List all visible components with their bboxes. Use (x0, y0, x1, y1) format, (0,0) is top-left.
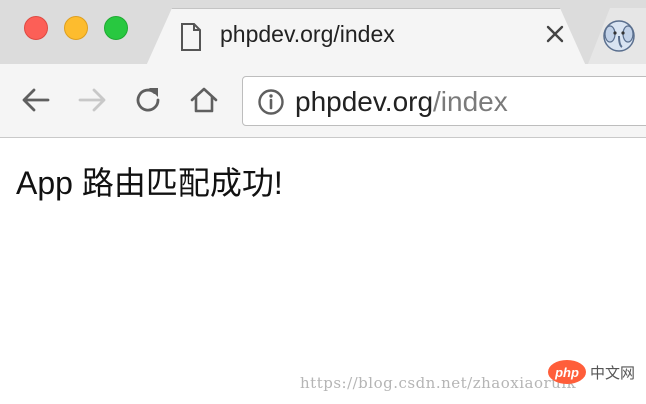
tab-title: phpdev.org/index (220, 21, 395, 47)
document-icon (181, 23, 201, 51)
browser-toolbar: phpdev.org/index (0, 64, 646, 138)
watermark-text: https://blog.csdn.net/zhaoxiaoruik (300, 374, 577, 392)
tab-strip: phpdev.org/index (0, 0, 646, 66)
maximize-window-button[interactable] (104, 16, 128, 40)
reload-icon[interactable] (132, 84, 164, 116)
elephant-icon (603, 20, 635, 52)
page-message: App 路由匹配成功! (16, 165, 283, 201)
php-logo: php (548, 360, 586, 384)
url-path: /index (433, 86, 508, 117)
tab-active[interactable]: phpdev.org/index (146, 8, 586, 66)
minimize-window-button[interactable] (64, 16, 88, 40)
address-bar[interactable]: phpdev.org/index (242, 76, 646, 126)
url-host: phpdev.org (295, 86, 434, 117)
arrow-left-icon[interactable] (20, 84, 52, 116)
info-icon[interactable] (257, 88, 285, 116)
close-window-button[interactable] (24, 16, 48, 40)
home-icon[interactable] (188, 84, 220, 116)
arrow-right-icon[interactable] (76, 84, 108, 116)
php-site-label: 中文网 (590, 365, 636, 382)
tab-inactive[interactable] (588, 8, 646, 64)
address-url[interactable]: phpdev.org/index (295, 86, 508, 118)
close-tab-icon[interactable] (544, 23, 566, 45)
